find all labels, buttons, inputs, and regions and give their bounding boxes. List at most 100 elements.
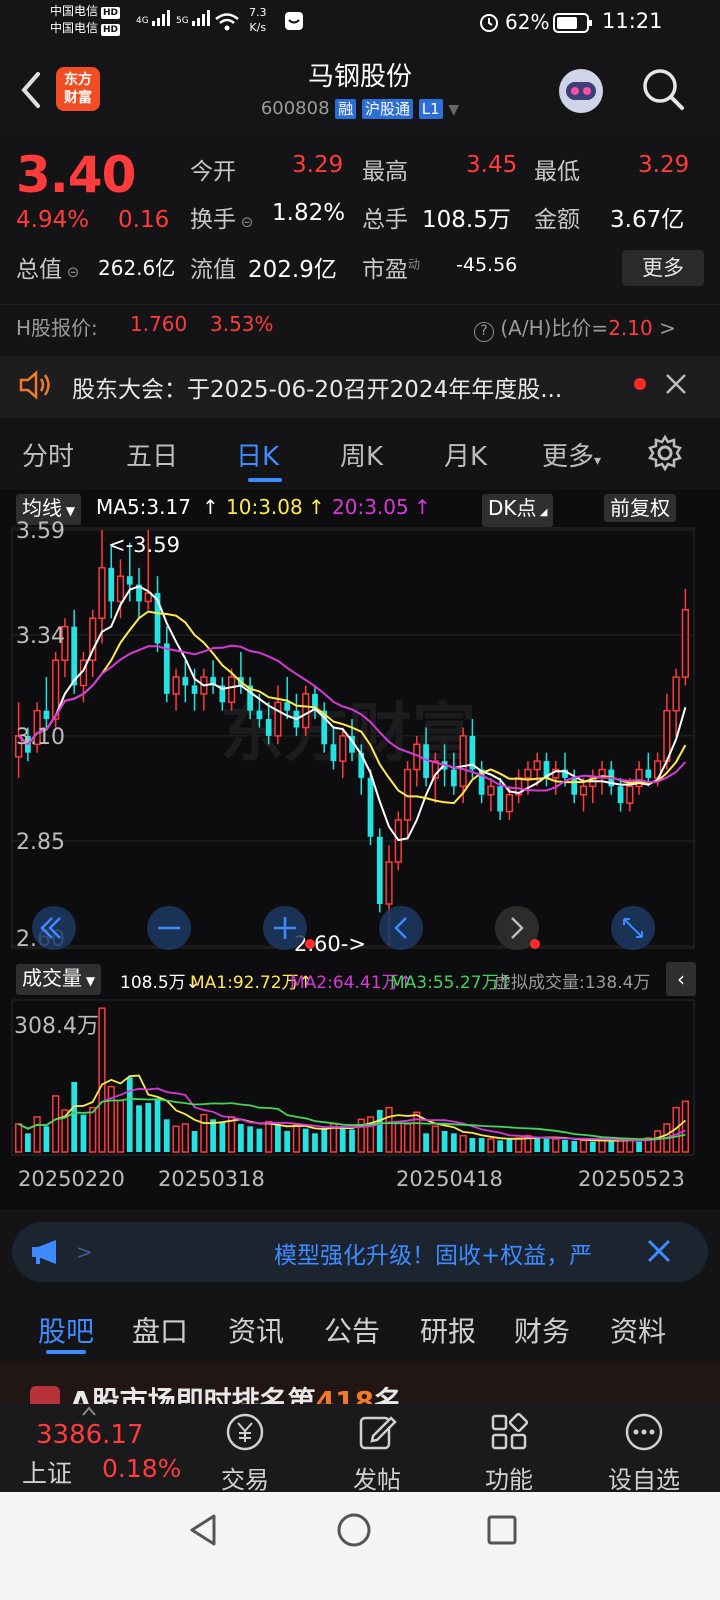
- candle-body: [108, 567, 115, 602]
- max-price-label: <-3.59: [108, 533, 180, 557]
- close-icon[interactable]: [664, 372, 688, 396]
- volume-bar: [284, 1130, 291, 1152]
- candle-body: [376, 836, 383, 904]
- notice-text[interactable]: 股东大会：于2025-06-20召开2024年年度股...: [72, 370, 562, 404]
- ah-ratio[interactable]: ? (A/H)比价=2.10 >: [474, 312, 676, 342]
- virtual-volume: 虚拟成交量:138.4万: [494, 973, 651, 993]
- nav-post-label: 发帖: [353, 1466, 401, 1494]
- tab-news[interactable]: 资讯: [228, 1310, 284, 1350]
- tab-forum[interactable]: 股吧: [38, 1310, 94, 1350]
- candle-body: [487, 785, 495, 796]
- help-icon[interactable]: ?: [474, 322, 494, 342]
- candle-body: [172, 676, 180, 695]
- h-share-price: 1.760: [130, 312, 188, 336]
- edit-post-icon: [359, 1416, 397, 1450]
- robot-assistant-icon[interactable]: [556, 66, 606, 116]
- volume-bar: [403, 1123, 412, 1153]
- candle-body: [663, 709, 671, 762]
- rank-peek-row[interactable]: A股市场即时排名第418名: [0, 1362, 720, 1404]
- y-tick-label: 3.10: [16, 725, 65, 750]
- volume-bar: [562, 1139, 568, 1152]
- tab-research[interactable]: 研报: [420, 1310, 476, 1350]
- nav-functions[interactable]: 功能: [464, 1404, 554, 1495]
- info-dots-icon[interactable]: ⊝: [236, 213, 254, 231]
- kline-svg[interactable]: 东方财富 3.593.343.102.852.60 <-3.59 2.60-> …: [0, 490, 720, 1210]
- tab-weekly-k[interactable]: 周K: [340, 436, 383, 473]
- tab-financials[interactable]: 财务: [514, 1310, 570, 1350]
- high-value: 3.45: [466, 152, 518, 178]
- nav-post[interactable]: 发帖: [332, 1404, 422, 1495]
- mktcap-label: 总值 ⊝: [16, 250, 79, 284]
- prev-button[interactable]: [379, 906, 423, 950]
- tab-profile[interactable]: 资料: [610, 1310, 666, 1350]
- collapse-left-button[interactable]: ‹: [666, 962, 696, 996]
- battery-icon: [553, 13, 592, 33]
- volume-bar: [497, 1140, 504, 1152]
- volume-select[interactable]: 成交量 ▼: [16, 964, 102, 995]
- volume-bar: [80, 1114, 87, 1152]
- candle-body: [645, 769, 652, 778]
- candle-body: [116, 575, 125, 603]
- volume-bar: [33, 1116, 41, 1153]
- amount-value: 3.67亿: [610, 207, 685, 233]
- system-home-icon[interactable]: [336, 1512, 372, 1548]
- status-bar: 中国电信 HD 中国电信 HD 4G 5G 7.3 K/s 62% 11:21: [0, 0, 720, 46]
- tab-monthly-k[interactable]: 月K: [444, 436, 487, 473]
- y-tick-label: 3.34: [16, 624, 65, 649]
- volume-bar: [636, 1141, 642, 1152]
- app-notify-icon: [285, 12, 303, 30]
- zoom-in-button[interactable]: [263, 906, 307, 950]
- candle-body: [579, 785, 588, 796]
- scroll-left-fast-button[interactable]: [32, 906, 76, 950]
- candle-body: [330, 744, 337, 762]
- turnover-label-text: 换手: [190, 207, 236, 233]
- volume-bar: [89, 1106, 97, 1153]
- volume-bar: [413, 1111, 421, 1153]
- search-icon[interactable]: [640, 66, 686, 112]
- candle-body: [617, 786, 624, 804]
- info-dots-icon-2[interactable]: ⊝: [62, 263, 80, 281]
- volume-bar: [321, 1127, 328, 1152]
- pe-value: -45.56: [456, 254, 518, 276]
- vma3-value: MA3:55.27万: [390, 973, 499, 993]
- more-button[interactable]: 更多: [622, 250, 704, 286]
- nav-add-watchlist[interactable]: 设自选: [594, 1404, 694, 1495]
- volume-bar: [616, 1139, 625, 1153]
- bottom-nav: 3386.17 上证 0.18% 交易 发帖 功能 设自选: [0, 1404, 720, 1495]
- volume-bar: [302, 1128, 309, 1152]
- active-tab-indicator: [248, 478, 282, 482]
- index-value[interactable]: 3386.17: [36, 1420, 144, 1450]
- index-name[interactable]: 上证: [22, 1454, 72, 1490]
- tab-five-day[interactable]: 五日: [126, 436, 178, 473]
- ad-text[interactable]: 模型强化升级！固收+权益，严: [274, 1236, 636, 1268]
- settings-gear-icon[interactable]: [646, 434, 684, 472]
- candle-body: [571, 777, 578, 795]
- volume-bar: [98, 1007, 106, 1153]
- fullscreen-button[interactable]: [611, 906, 655, 950]
- tab-announcements[interactable]: 公告: [324, 1310, 380, 1350]
- nav-trade[interactable]: 交易: [200, 1404, 290, 1495]
- dropdown-triangle-icon[interactable]: ▼: [448, 102, 459, 118]
- tab-intraday[interactable]: 分时: [22, 436, 74, 473]
- net-type-1: 4G: [136, 16, 149, 26]
- tab-more[interactable]: 更多▾: [542, 436, 601, 473]
- zoom-out-button[interactable]: [147, 906, 191, 950]
- ad-close-icon[interactable]: [646, 1238, 672, 1264]
- tab-orderbook[interactable]: 盘口: [132, 1310, 188, 1350]
- system-back-icon[interactable]: [186, 1512, 220, 1548]
- caret-down-icon-3: ▼: [82, 974, 96, 988]
- megaphone-icon: [32, 1240, 56, 1264]
- volume-bar: [227, 1116, 236, 1153]
- grid-apps-icon: [491, 1412, 529, 1450]
- volume-bar: [385, 1106, 393, 1153]
- speaker-icon: [19, 370, 50, 400]
- tab-daily-k[interactable]: 日K: [236, 436, 279, 473]
- volume-bar: [534, 1137, 541, 1152]
- system-recents-icon[interactable]: [486, 1514, 518, 1546]
- index-percent[interactable]: 0.18%: [102, 1454, 181, 1483]
- x-date-label: 20250418: [396, 1167, 503, 1191]
- hd-badge-2: HD: [101, 24, 121, 36]
- volume-bar: [136, 1105, 142, 1152]
- alarm-icon: [480, 14, 498, 32]
- volume-bar: [441, 1130, 448, 1152]
